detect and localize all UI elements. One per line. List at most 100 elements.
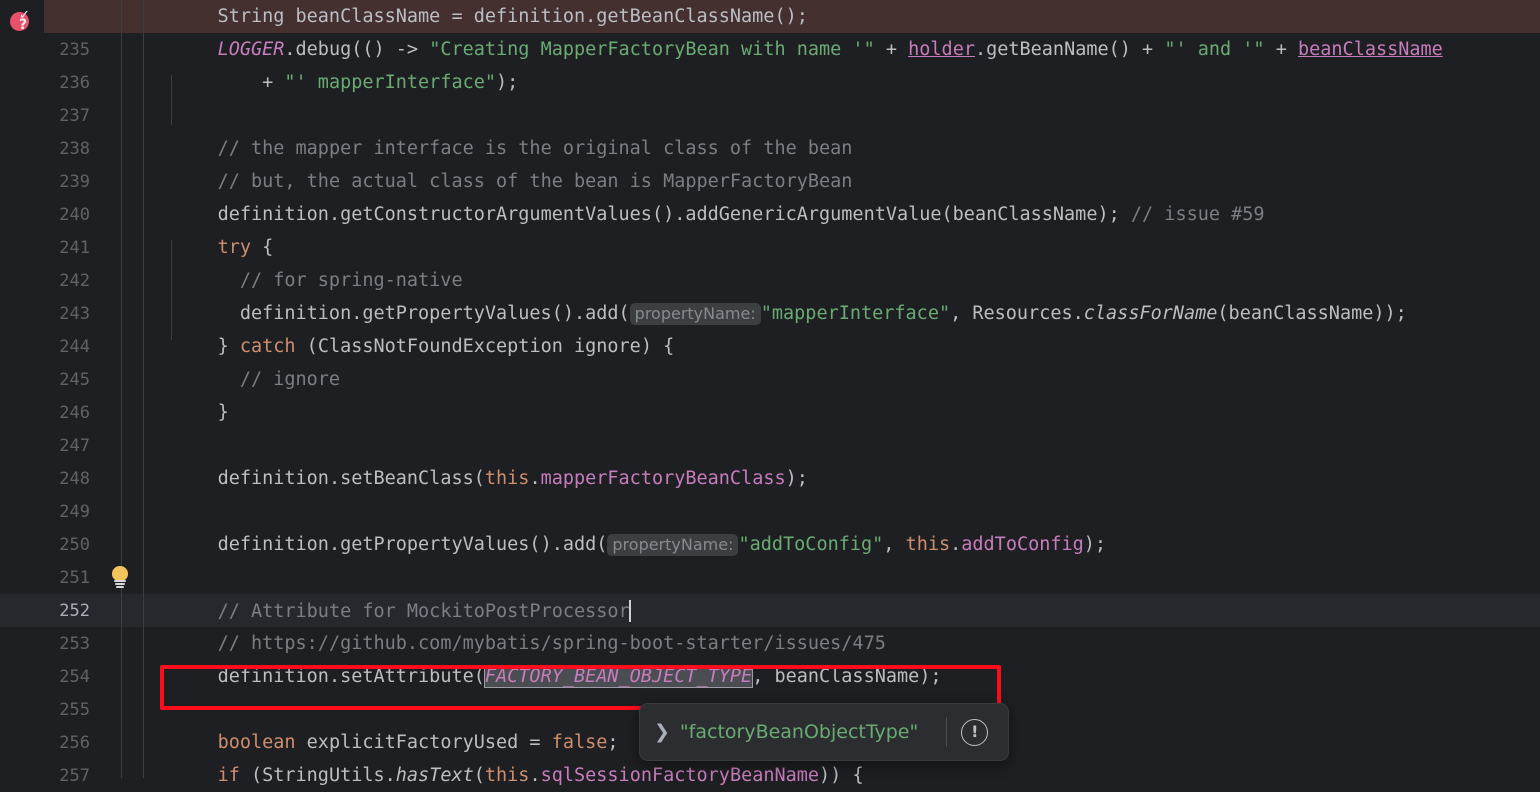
line-number[interactable]: 251 xyxy=(0,568,96,588)
line-number[interactable]: 249 xyxy=(0,502,96,522)
tok-mid: (StringUtils. xyxy=(239,765,396,786)
tok-dot: . xyxy=(529,765,541,786)
tok-field: mapperFactoryBeanClass xyxy=(540,468,786,489)
code-line-248[interactable]: 248 definition.setBeanClass(this.mapperF… xyxy=(0,462,1540,495)
code-line-234[interactable]: String beanClassName = definition.getBea… xyxy=(0,0,1540,33)
line-number[interactable]: 238 xyxy=(0,139,96,159)
code-line-247[interactable]: 247 xyxy=(0,429,1540,462)
tok-tail: (beanClassName)); xyxy=(1217,303,1407,324)
tok-string: "mapperInterface" xyxy=(760,303,951,324)
tok-field: addToConfig xyxy=(961,534,1084,555)
line-number[interactable]: 253 xyxy=(0,634,96,654)
text-caret xyxy=(628,599,631,622)
tok-keyword: boolean xyxy=(217,732,296,753)
line-number[interactable]: 250 xyxy=(0,535,96,555)
tok-plus: + xyxy=(1130,39,1165,60)
param-hint-propertyname[interactable]: propertyName: xyxy=(607,534,739,556)
tok-call: definition.getPropertyValues().add( xyxy=(239,303,630,324)
tok-string: "' and '" xyxy=(1164,39,1265,60)
tok-constant-factory-bean-object-type[interactable]: FACTORY_BEAN_OBJECT_TYPE xyxy=(483,665,754,688)
tok-comment: // but, the actual class of the bean is … xyxy=(217,171,853,192)
tok-pre: definition.getPropertyValues().add( xyxy=(217,534,608,555)
tok-dot: . xyxy=(529,468,541,489)
code-line-235[interactable]: 235 LOGGER.debug(() -> "Creating MapperF… xyxy=(0,33,1540,66)
code-line-238[interactable]: 238 // the mapper interface is the origi… xyxy=(0,132,1540,165)
inspections-widget[interactable]: ✓ ? xyxy=(0,0,44,42)
tok-beanclassname: beanClassName xyxy=(1298,39,1443,60)
code-line-253[interactable]: 253 // https://github.com/mybatis/spring… xyxy=(0,627,1540,660)
line-number[interactable]: 243 xyxy=(0,304,96,324)
line-number[interactable]: 236 xyxy=(0,73,96,93)
line-number[interactable]: 245 xyxy=(0,370,96,390)
line-content: } xyxy=(165,402,229,423)
line-number[interactable]: 255 xyxy=(0,700,96,720)
tok-code: definition.getConstructorArgumentValues(… xyxy=(217,204,1120,225)
tok-string: "addToConfig" xyxy=(738,534,884,555)
line-content: boolean explicitFactoryUsed = false; xyxy=(165,732,619,753)
tok-logger: LOGGER xyxy=(217,39,285,60)
param-hint-propertyname[interactable]: propertyName: xyxy=(629,303,761,325)
line-number[interactable]: 239 xyxy=(0,172,96,192)
tok-tail: ); xyxy=(496,72,519,93)
question-mark-icon: ? xyxy=(19,17,28,33)
line-number[interactable]: 252 xyxy=(0,601,96,621)
tok-keyword: try xyxy=(217,237,251,258)
tok-pre: } xyxy=(217,336,240,357)
line-number[interactable]: 247 xyxy=(0,436,96,456)
code-line-241[interactable]: 241 try { xyxy=(0,231,1540,264)
line-number[interactable]: 240 xyxy=(0,205,96,225)
code-line-252[interactable]: 252 // Attribute for MockitoPostProcesso… xyxy=(0,594,1540,627)
code-line-239[interactable]: 239 // but, the actual class of the bean… xyxy=(0,165,1540,198)
line-content: // but, the actual class of the bean is … xyxy=(165,171,853,192)
line-number[interactable]: 242 xyxy=(0,271,96,291)
code-line-246[interactable]: 246 } xyxy=(0,396,1540,429)
tok-tail: { xyxy=(250,237,274,258)
tok-debugcall: .debug(() -> xyxy=(284,39,430,60)
tok-tail: ); xyxy=(1083,534,1107,555)
line-number[interactable]: 235 xyxy=(0,40,96,60)
code-line-240[interactable]: 240 definition.getConstructorArgumentVal… xyxy=(0,198,1540,231)
line-content: definition.setAttribute(FACTORY_BEAN_OBJ… xyxy=(165,665,942,688)
tok-keyword: catch xyxy=(239,336,296,357)
code-line-249[interactable]: 249 xyxy=(0,495,1540,528)
intention-bulb-icon[interactable] xyxy=(108,565,134,591)
line-number[interactable]: 256 xyxy=(0,733,96,753)
code-line-245[interactable]: 245 // ignore xyxy=(0,363,1540,396)
code-line-244[interactable]: 244 } catch (ClassNotFoundException igno… xyxy=(0,330,1540,363)
line-content: definition.getConstructorArgumentValues(… xyxy=(165,204,1265,225)
code-line-242[interactable]: 242 // for spring-native xyxy=(0,264,1540,297)
tok-string: "Creating MapperFactoryBean with name '" xyxy=(429,39,875,60)
line-number[interactable]: 241 xyxy=(0,238,96,258)
code-line-250[interactable]: 250 definition.getPropertyValues().add(p… xyxy=(0,528,1540,561)
chevron-right-icon[interactable]: ❯ xyxy=(654,722,670,742)
line-number[interactable]: 244 xyxy=(0,337,96,357)
tok-comment: // the mapper interface is the original … xyxy=(217,138,853,159)
tok-mid: , Resources. xyxy=(950,303,1084,324)
tok-keyword-this: this xyxy=(484,468,530,489)
line-number[interactable]: 257 xyxy=(0,766,96,786)
line-content: + "' mapperInterface"); xyxy=(165,72,518,93)
tok-static-method: classForName xyxy=(1083,303,1218,324)
code-line-237[interactable]: 237 xyxy=(0,99,1540,132)
code-line-243[interactable]: 243 definition.getPropertyValues().add(p… xyxy=(0,297,1540,330)
inspection-status-icon: ✓ ? xyxy=(9,8,35,34)
code-line-236[interactable]: 236 + "' mapperInterface"); xyxy=(0,66,1540,99)
line-content: // the mapper interface is the original … xyxy=(165,138,853,159)
line-content: LOGGER.debug(() -> "Creating MapperFacto… xyxy=(165,39,1443,60)
tok-tail: , beanClassName); xyxy=(752,666,942,687)
line-number[interactable]: 254 xyxy=(0,667,96,687)
line-content: definition.getPropertyValues().add(prope… xyxy=(165,303,1407,325)
line-number[interactable]: 237 xyxy=(0,106,96,126)
code-line-254[interactable]: 254 definition.setAttribute(FACTORY_BEAN… xyxy=(0,660,1540,693)
code-editor[interactable]: ✓ ? String beanClassName = definition.ge… xyxy=(0,0,1540,786)
code-line-251[interactable]: 251 xyxy=(0,561,1540,594)
warning-icon[interactable]: ! xyxy=(961,718,989,746)
value-tooltip-popup[interactable]: ❯ "factoryBeanObjectType" ! xyxy=(639,703,1009,761)
line-number[interactable]: 248 xyxy=(0,469,96,489)
line-number[interactable]: 246 xyxy=(0,403,96,423)
tooltip-value: "factoryBeanObjectType" xyxy=(679,721,919,743)
tok-dot: . xyxy=(950,534,962,555)
tok-keyword-this: this xyxy=(905,534,951,555)
code-line-257[interactable]: 257 if (StringUtils.hasText(this.sqlSess… xyxy=(0,759,1540,792)
tok-keyword-false: false xyxy=(551,732,608,753)
